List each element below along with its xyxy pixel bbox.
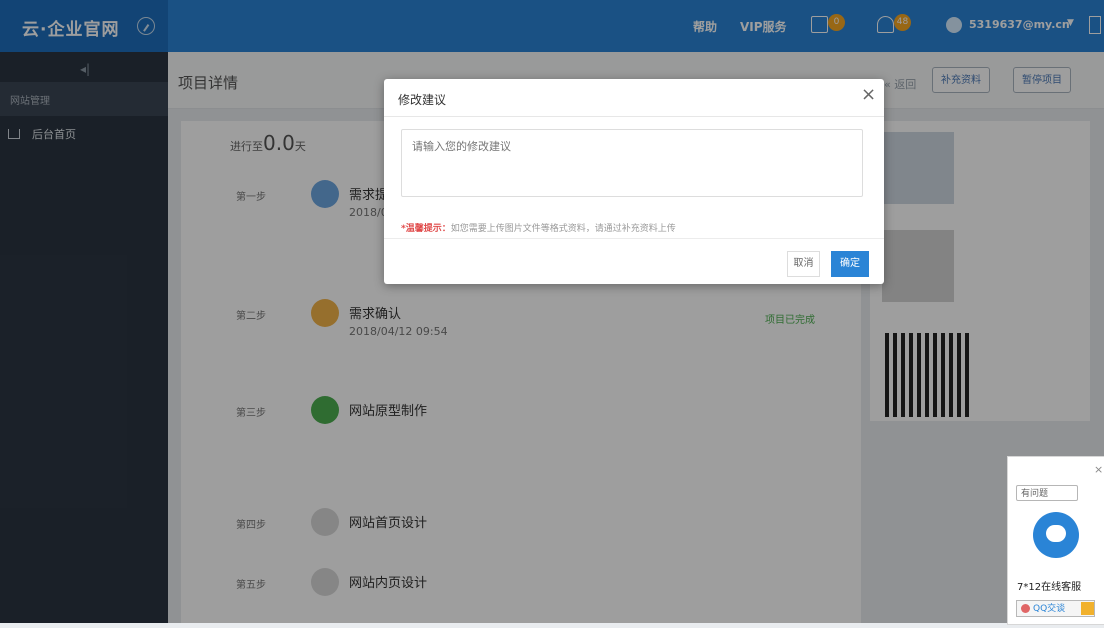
brand-area: 云·企业官网 — [0, 0, 168, 52]
tip-label: *温馨提示： — [401, 224, 451, 234]
online-chat-widget: × 有问题 7*12在线客服 QQ交谈 — [1007, 456, 1104, 625]
help-link[interactable]: 帮助 — [693, 18, 717, 35]
modal-title: 修改建议 — [398, 93, 447, 107]
confirm-button[interactable]: 确定 — [831, 251, 869, 277]
step-label: 第三步 — [236, 408, 266, 419]
close-icon[interactable]: × — [1094, 463, 1103, 476]
page-title: 项目详情 — [178, 74, 239, 92]
timeline-step-3: 第三步 网站原型制作 — [0, 396, 860, 456]
days-unit: 天 — [294, 140, 306, 153]
divider — [384, 116, 884, 117]
days-value: 0.0 — [263, 131, 295, 155]
designer-avatar — [882, 230, 954, 302]
qr-code-image — [885, 333, 969, 417]
message-icon[interactable] — [811, 16, 828, 33]
step-label: 第四步 — [236, 520, 266, 531]
supplement-info-button[interactable]: 补充资料 — [932, 67, 990, 93]
sidebar-group[interactable]: 网站管理 — [0, 82, 168, 116]
step-icon — [311, 180, 339, 208]
message-count-badge: 0 — [828, 14, 845, 31]
dashboard-icon[interactable] — [137, 17, 155, 35]
edit-suggestion-modal: 修改建议 × *温馨提示：如您需要上传图片文件等格式资料，请通过补充资料上传 取… — [384, 79, 884, 284]
timeline-step-4: 第四步 网站首页设计 — [0, 508, 860, 568]
manager-avatar — [882, 132, 954, 204]
progress-days: 进行至0.0天 — [230, 131, 306, 155]
user-avatar[interactable] — [946, 17, 962, 33]
tip-text: 如您需要上传图片文件等格式资料，请通过补充资料上传 — [450, 224, 676, 234]
home-icon — [8, 129, 20, 139]
divider — [384, 238, 884, 239]
step-title: 网站首页设计 — [349, 516, 428, 531]
warm-tip: *温馨提示：如您需要上传图片文件等格式资料，请通过补充资料上传 — [401, 221, 676, 234]
step-label: 第二步 — [236, 311, 266, 322]
pause-project-button[interactable]: 暂停项目 — [1013, 67, 1071, 93]
chat-question-bubble: 有问题 — [1016, 485, 1078, 501]
collapse-sidebar-icon[interactable]: ◂| — [80, 62, 90, 76]
sidebar-item-home[interactable]: 后台首页 — [32, 126, 76, 142]
people-icon[interactable] — [877, 16, 894, 33]
top-navigation-bar: 云·企业官网 帮助 VIP服务 0 48 5319637@my.cn ▼ — [0, 0, 1104, 52]
step-icon — [311, 508, 339, 536]
chevron-down-icon[interactable]: ▼ — [1067, 18, 1074, 28]
suggestion-input[interactable] — [401, 129, 863, 197]
step-status: 项目已完成 — [765, 315, 815, 326]
step-label: 第一步 — [236, 192, 266, 203]
chat-service-icon[interactable] — [1033, 512, 1079, 558]
brand-logo[interactable]: 云·企业官网 — [22, 15, 119, 40]
days-label: 进行至 — [230, 140, 263, 153]
step-title: 需求确认 — [349, 307, 402, 322]
close-icon[interactable]: × — [861, 86, 876, 104]
cancel-button[interactable]: 取消 — [787, 251, 820, 277]
step-title: 网站内页设计 — [349, 576, 428, 591]
step-icon — [311, 299, 339, 327]
qr-code-icon[interactable] — [1089, 16, 1101, 34]
step-label: 第五步 — [236, 580, 266, 591]
user-account[interactable]: 5319637@my.cn — [969, 18, 1070, 31]
step-time: 2018/0 — [349, 206, 388, 219]
step-title: 网站原型制作 — [349, 404, 428, 419]
sidebar-group-label: 网站管理 — [10, 96, 50, 107]
step-title: 需求提 — [349, 188, 389, 203]
back-link[interactable]: « 返回 — [884, 76, 916, 92]
qq-chat-button[interactable]: QQ交谈 — [1016, 600, 1095, 617]
notification-count-badge: 48 — [894, 14, 911, 31]
timeline-step-5: 第五步 网站内页设计 — [0, 568, 860, 628]
timeline-step-2: 第二步 需求确认 2018/04/12 09:54 项目已完成 — [0, 299, 860, 359]
chat-service-text: 7*12在线客服 — [1017, 582, 1082, 593]
step-time: 2018/04/12 09:54 — [349, 325, 448, 338]
vip-service-link[interactable]: VIP服务 — [740, 18, 787, 35]
step-icon — [311, 568, 339, 596]
step-icon — [311, 396, 339, 424]
